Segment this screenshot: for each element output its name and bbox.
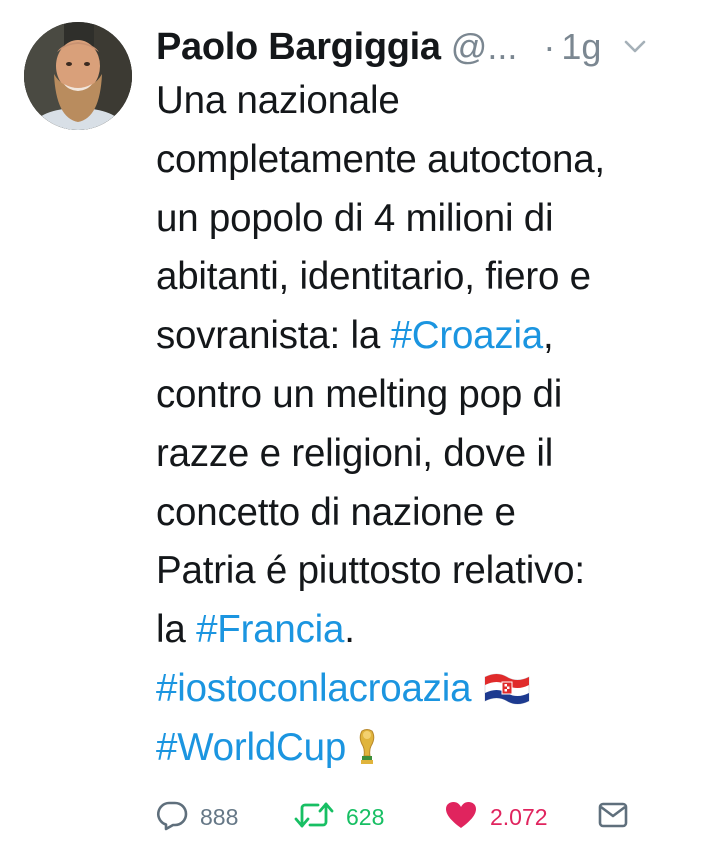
chevron-down-icon[interactable] <box>621 33 649 61</box>
tweet-text-segment: . <box>344 608 355 652</box>
tweet-text-segment: sovranista: la <box>156 314 391 358</box>
tweet-text-line: Patria é piuttosto relativo: <box>156 542 712 601</box>
trophy-emoji <box>356 725 378 784</box>
bearded-man-avatar-image <box>24 22 132 130</box>
direct-message-button[interactable] <box>598 795 628 839</box>
tweet-header: Paolo Bargiggia @... · 1g <box>156 22 704 72</box>
author-handle[interactable]: @... <box>451 26 518 68</box>
tweet-text-line: concetto di nazione e <box>156 484 712 543</box>
hashtag-link[interactable]: #iostoconlacroazia <box>156 667 471 710</box>
tweet-text-line: sovranista: la #Croazia, <box>156 307 712 366</box>
reply-icon <box>156 799 188 836</box>
tweet-text-segment: la <box>156 608 197 652</box>
tweet-actions: 888 628 2.072 <box>156 795 696 839</box>
croatia-flag-emoji <box>481 666 533 725</box>
hashtag-link[interactable]: #Croazia <box>391 314 544 357</box>
hashtag-link[interactable]: #WorldCup <box>156 726 346 769</box>
tweet-text-line: contro un melting pop di <box>156 366 712 425</box>
like-count: 2.072 <box>490 803 548 830</box>
tweet-text-segment: , <box>543 314 554 358</box>
tweet-text-segment: Una nazionale <box>156 79 400 122</box>
tweet-text-segment: abitanti, identitario, fiero e <box>156 255 591 299</box>
tweet-text-line: #iostoconlacroazia <box>156 660 712 719</box>
author-display-name[interactable]: Paolo Bargiggia <box>156 26 441 69</box>
tweet-text-segment: Patria é piuttosto relativo: <box>156 549 585 593</box>
hashtag-link[interactable]: #Francia <box>196 608 344 651</box>
heart-icon <box>444 800 478 835</box>
envelope-icon <box>598 802 628 833</box>
tweet-text-line: la #Francia. <box>156 601 712 660</box>
tweet-text-segment: contro un melting pop di <box>156 372 563 416</box>
like-button[interactable]: 2.072 <box>444 795 548 839</box>
retweet-icon <box>294 800 334 835</box>
reply-count: 888 <box>200 803 239 830</box>
tweet-text-segment: concetto di nazione e <box>156 490 516 534</box>
separator-dot: · <box>543 26 556 67</box>
reply-button[interactable]: 888 <box>156 795 238 839</box>
tweet-text-line: completamente autoctona, <box>156 131 712 190</box>
tweet-text-line: Una nazionale <box>156 72 712 131</box>
tweet-text-line: abitanti, identitario, fiero e <box>156 248 712 307</box>
tweet-text-line: razze e religioni, dove il <box>156 425 712 484</box>
retweet-button[interactable]: 628 <box>294 795 384 839</box>
tweet-text-line: un popolo di 4 milioni di <box>156 190 712 249</box>
tweet-text-line: #WorldCup <box>156 719 712 778</box>
tweet-timestamp[interactable]: 1g <box>561 26 601 68</box>
tweet-text-segment: un popolo di 4 milioni di <box>156 196 554 240</box>
tweet-text-segment: completamente autoctona, <box>156 137 605 181</box>
avatar[interactable] <box>24 22 132 130</box>
tweet-text-segment: razze e religioni, dove il <box>156 431 554 475</box>
tweet-card[interactable]: Paolo Bargiggia @... · 1g Una nazionale c… <box>0 0 720 854</box>
retweet-count: 628 <box>346 803 385 830</box>
tweet-text: Una nazionale completamente autoctona, un … <box>156 72 712 778</box>
